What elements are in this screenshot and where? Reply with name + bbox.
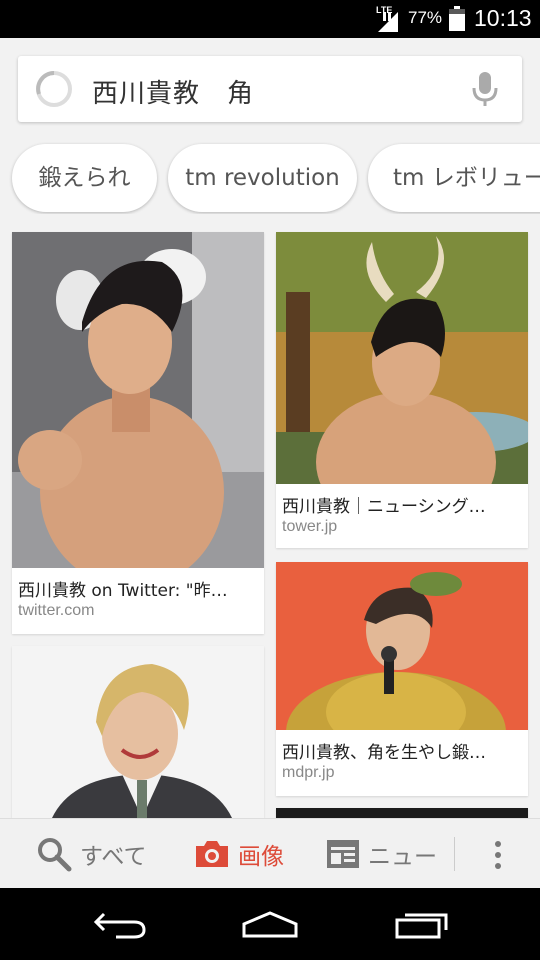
system-nav-bar <box>0 888 540 960</box>
image-result-4[interactable] <box>12 646 264 818</box>
status-bar: LTE 77% 10:13 <box>0 0 540 38</box>
chip-label: tm revolution <box>185 165 340 191</box>
image-result-5[interactable] <box>276 808 528 818</box>
spinner-icon <box>36 71 72 107</box>
search-type-toolbar: すべて 画像 ニュー <box>0 818 540 888</box>
chip-label: tm レボリュー <box>393 165 540 191</box>
result-title: 西川貴教｜ニューシング… <box>282 497 486 517</box>
result-thumbnail[interactable] <box>276 232 528 484</box>
tab-all-label: すべて <box>80 844 147 870</box>
search-box[interactable]: 西川貴教 角 <box>18 56 522 122</box>
image-result-2[interactable]: 西川貴教｜ニューシング… tower.jp <box>276 232 528 548</box>
result-thumbnail[interactable] <box>276 562 528 730</box>
battery-percent: 77% <box>408 8 443 27</box>
search-query[interactable]: 西川貴教 角 <box>92 73 254 110</box>
battery-icon <box>449 6 465 31</box>
search-icon <box>38 838 72 872</box>
more-options-icon[interactable] <box>486 839 510 871</box>
tab-news[interactable]: ニュー <box>326 819 437 889</box>
tab-all[interactable]: すべて <box>36 819 146 889</box>
result-thumbnail[interactable] <box>276 808 528 818</box>
result-thumbnail[interactable] <box>12 646 264 818</box>
tab-news-label: ニュー <box>368 844 437 870</box>
news-icon <box>327 840 359 868</box>
result-title: 西川貴教 on Twitter: "昨… <box>18 581 228 601</box>
camera-icon <box>196 841 228 867</box>
microphone-icon[interactable] <box>472 72 498 108</box>
image-result-3[interactable]: 西川貴教、角を生やし鍛… mdpr.jp <box>276 562 528 796</box>
related-search-chips: 鍛えられ tm revolution tm レボリュー <box>0 142 540 214</box>
result-thumbnail[interactable] <box>12 232 264 568</box>
result-domain: mdpr.jp <box>282 764 335 781</box>
tab-images-label: 画像 <box>238 844 284 870</box>
chip-tanerare[interactable]: 鍛えられ <box>12 144 157 212</box>
tab-images[interactable]: 画像 <box>194 819 284 889</box>
result-title: 西川貴教、角を生やし鍛… <box>282 743 486 763</box>
chip-tm-reboryu[interactable]: tm レボリュー <box>368 144 540 212</box>
clock: 10:13 <box>474 5 532 31</box>
signal-icon <box>378 12 398 32</box>
result-domain: twitter.com <box>18 602 95 619</box>
home-icon[interactable] <box>240 910 300 938</box>
image-result-1[interactable]: 西川貴教 on Twitter: "昨… twitter.com <box>12 232 264 634</box>
recents-icon[interactable] <box>394 910 450 940</box>
chip-label: 鍛えられ <box>38 165 131 191</box>
result-domain: tower.jp <box>282 518 338 535</box>
chip-tm-revolution[interactable]: tm revolution <box>168 144 357 212</box>
toolbar-divider <box>454 837 455 871</box>
back-icon[interactable] <box>92 910 148 940</box>
